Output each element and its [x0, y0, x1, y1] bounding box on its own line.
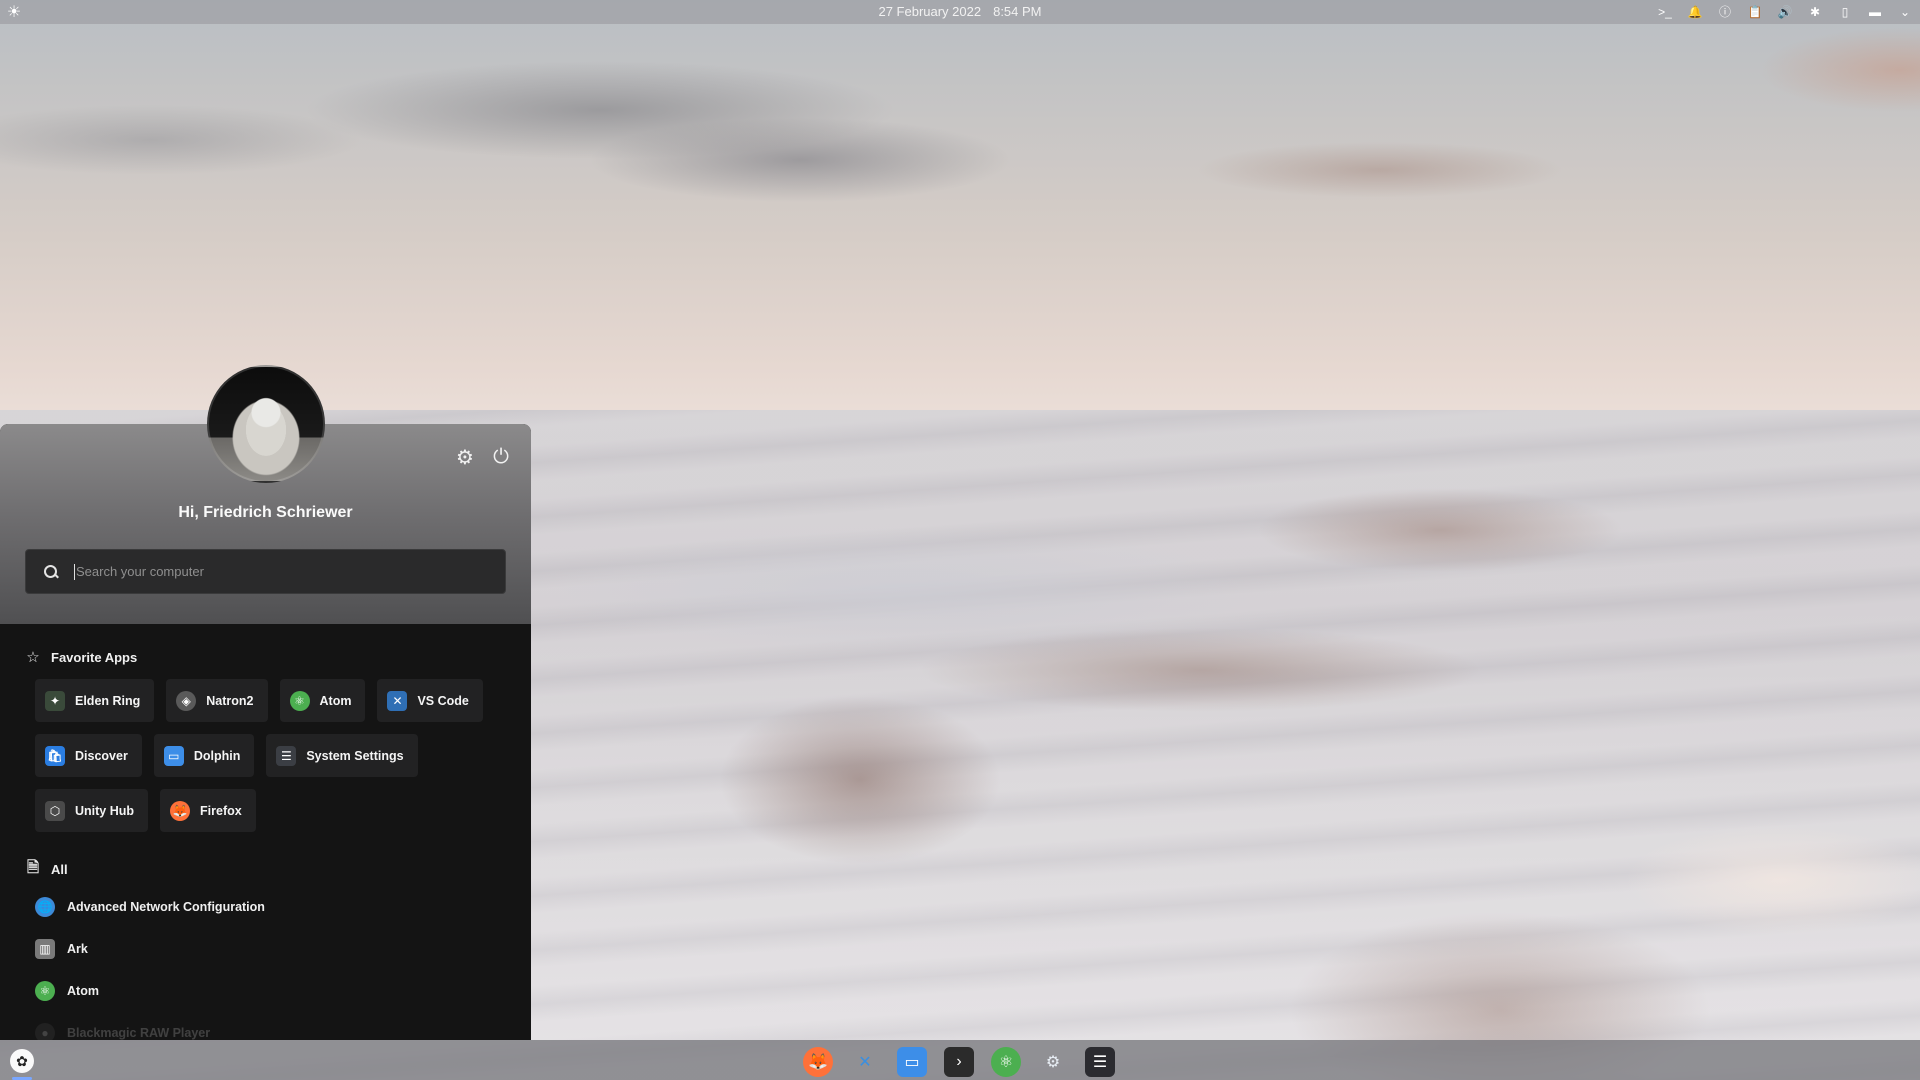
clock[interactable]: 27 February 2022 8:54 PM [0, 4, 1920, 19]
task-steam[interactable]: ⚙ [1035, 1044, 1071, 1080]
system-tray: >_ 🔔 ⓘ 📋 🔊 ✱ ▯ ▬ ⌄ [1652, 1, 1918, 23]
list-item-label: Blackmagic RAW Player [67, 1026, 211, 1040]
list-item-label: Advanced Network Configuration [67, 900, 265, 914]
firefox-icon: 🦊 [803, 1047, 833, 1077]
network-config-icon: 🌐 [35, 897, 55, 917]
dolphin-icon: ▭ [897, 1047, 927, 1077]
favorite-atom[interactable]: ⚛ Atom [279, 679, 366, 722]
greeting: Hi, Friedrich Schriewer [178, 504, 353, 521]
favorite-dolphin[interactable]: ▭ Dolphin [153, 734, 255, 777]
chevron-down-icon[interactable]: ⌄ [1892, 1, 1918, 23]
gear-icon[interactable]: ⚙ [451, 443, 479, 471]
task-dolphin[interactable]: ▭ [894, 1044, 930, 1080]
list-item-ark[interactable]: ▥ Ark [35, 928, 265, 970]
favorite-unity-hub[interactable]: ⬡ Unity Hub [35, 789, 149, 832]
favorite-label: Discover [75, 748, 128, 763]
all-apps-header: 🗎 All [25, 858, 68, 877]
all-apps-list: 🌐 Advanced Network Configuration ▥ Ark ⚛… [35, 886, 265, 1040]
display-icon[interactable]: ▬ [1862, 1, 1888, 23]
power-icon[interactable]: ⏻ [487, 443, 515, 471]
search-icon [42, 563, 60, 581]
list-item-label: Ark [67, 942, 88, 956]
atom-icon: ⚛ [991, 1047, 1021, 1077]
bluetooth-icon[interactable]: ✱ [1802, 1, 1828, 23]
vscode-icon: ✕ [858, 1054, 872, 1071]
favorite-label: Natron2 [206, 693, 254, 708]
clipboard-icon[interactable]: 📋 [1742, 1, 1768, 23]
vscode-icon: ✕ [387, 690, 408, 711]
search-input[interactable] [74, 563, 505, 580]
atom-icon: ⚛ [289, 690, 310, 711]
top-panel: ☀ 27 February 2022 8:54 PM >_ 🔔 ⓘ 📋 🔊 ✱ ▯… [0, 0, 1920, 24]
task-vscode[interactable]: ✕ [847, 1044, 883, 1080]
favorite-label: VS Code [417, 693, 469, 708]
blackmagic-icon: ● [35, 1023, 55, 1040]
favorites-title: Favorite Apps [51, 649, 138, 665]
system-settings-icon: ☰ [276, 745, 297, 766]
list-item-atom[interactable]: ⚛ Atom [35, 970, 265, 1012]
favorite-label: Elden Ring [75, 693, 141, 708]
unity-hub-icon: ⬡ [45, 800, 65, 821]
list-item-advanced-network-configuration[interactable]: 🌐 Advanced Network Configuration [35, 886, 265, 928]
search-box[interactable] [25, 549, 506, 594]
favorite-natron2[interactable]: ◈ Natron2 [166, 679, 268, 722]
ark-icon: ▥ [35, 939, 55, 959]
clock-date: 27 February 2022 [878, 4, 982, 19]
favorite-label: Firefox [200, 803, 242, 818]
all-apps-title: All [51, 861, 68, 877]
clock-time: 8:54 PM [993, 4, 1042, 19]
favorite-discover[interactable]: 🛍 Discover [35, 734, 142, 777]
bottom-panel: ✿ 🦊 ✕ ▭ › ⚛ ⚙ ☰ [0, 1040, 1920, 1080]
elden-ring-icon: ✦ [45, 690, 65, 711]
favorite-label: System Settings [306, 748, 404, 763]
favorite-system-settings[interactable]: ☰ System Settings [266, 734, 418, 777]
dolphin-icon: ▭ [163, 745, 184, 766]
firefox-icon: 🦊 [170, 800, 191, 821]
favorites-header: ☆ Favorite Apps [25, 649, 138, 666]
list-item-blackmagic-raw-player[interactable]: ● Blackmagic RAW Player [35, 1012, 265, 1040]
application-launcher: ⚙ ⏻ Hi, Friedrich Schriewer ☆ Favorite A… [0, 424, 531, 1040]
task-terminal[interactable]: › [941, 1044, 977, 1080]
natron-icon: ◈ [176, 690, 197, 711]
favorite-vscode[interactable]: ✕ VS Code [377, 679, 483, 722]
star-icon: ☆ [26, 649, 40, 666]
system-settings-icon: ☰ [1085, 1047, 1115, 1077]
notifications-icon[interactable]: 🔔 [1682, 1, 1708, 23]
favorite-label: Dolphin [193, 748, 241, 763]
atom-icon: ⚛ [35, 981, 55, 1001]
volume-icon[interactable]: 🔊 [1772, 1, 1798, 23]
kde-logo-icon: ✿ [16, 1052, 28, 1069]
battery-icon[interactable]: ▯ [1832, 1, 1858, 23]
discover-icon: 🛍 [45, 745, 65, 766]
list-item-label: Atom [67, 984, 99, 998]
terminal-icon: › [944, 1047, 974, 1077]
favorite-firefox[interactable]: 🦊 Firefox [160, 789, 256, 832]
terminal-icon[interactable]: >_ [1652, 1, 1678, 23]
favorite-elden-ring[interactable]: ✦ Elden Ring [35, 679, 155, 722]
task-atom[interactable]: ⚛ [988, 1044, 1024, 1080]
task-system-settings[interactable]: ☰ [1082, 1044, 1118, 1080]
favorites-grid: ✦ Elden Ring ◈ Natron2 ⚛ Atom ✕ VS Code … [35, 679, 515, 844]
favorite-label: Atom [319, 693, 352, 708]
steam-icon: ⚙ [1045, 1054, 1061, 1071]
info-icon[interactable]: ⓘ [1712, 1, 1738, 23]
user-avatar[interactable] [207, 365, 325, 483]
task-firefox[interactable]: 🦊 [800, 1044, 836, 1080]
favorite-label: Unity Hub [75, 803, 135, 818]
launcher-button[interactable]: ✿ [10, 1049, 34, 1073]
task-manager: 🦊 ✕ ▭ › ⚛ ⚙ ☰ [800, 1044, 1118, 1080]
document-icon: 🗎 [26, 858, 40, 876]
